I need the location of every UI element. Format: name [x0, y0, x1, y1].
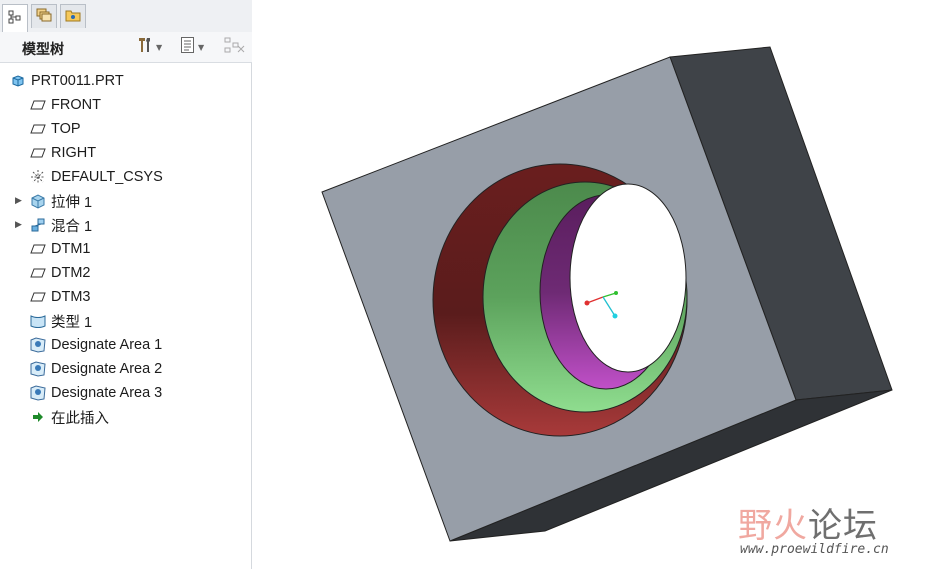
- tree-item-label: Designate Area 3: [51, 385, 163, 401]
- tree-item-label: 拉伸 1: [51, 194, 93, 211]
- designate-area-icon: [30, 361, 46, 377]
- insert-here-arrow-icon: [30, 409, 46, 425]
- tree-item[interactable]: 在此插入: [30, 406, 109, 428]
- show-button[interactable]: ▼: [180, 37, 204, 57]
- quilt-icon: [30, 313, 46, 329]
- tree-item-label: RIGHT: [51, 145, 97, 161]
- folder-tab-icon: [65, 7, 81, 26]
- tree-item[interactable]: TOP: [30, 118, 81, 140]
- counterbore-hole[interactable]: [432, 163, 688, 437]
- tree-item-label: Designate Area 1: [51, 337, 163, 353]
- layers-tab-icon: [36, 7, 52, 26]
- tree-item[interactable]: Designate Area 3: [30, 382, 162, 404]
- datum-plane-icon: [30, 289, 46, 305]
- tree-item-label: 混合 1: [51, 218, 93, 235]
- model-tree-panel: 模型树 ▼ ▼ PRT0011.PRT FRONT TOP RIGHT DEFAULT_…: [0, 0, 252, 569]
- tree-item-label: 在此插入: [51, 410, 109, 427]
- tree-item[interactable]: 混合 1: [30, 214, 92, 236]
- tree-item[interactable]: DEFAULT_CSYS: [30, 166, 163, 188]
- settings-button[interactable]: ▼: [136, 37, 162, 57]
- tree-item-label: DTM3: [51, 289, 91, 305]
- tree-item-label: DTM2: [51, 265, 91, 281]
- chevron-down-icon: ▼: [198, 42, 205, 52]
- expand-toggle-icon[interactable]: ▶: [15, 214, 25, 236]
- graphics-window[interactable]: [253, 0, 925, 569]
- tree-item-label: DEFAULT_CSYS: [51, 169, 163, 185]
- tree-item[interactable]: 拉伸 1: [30, 190, 92, 212]
- tree-item[interactable]: Designate Area 1: [30, 334, 162, 356]
- tree-item[interactable]: 类型 1: [30, 310, 92, 332]
- datum-plane-icon: [30, 121, 46, 137]
- layers-tab[interactable]: [31, 4, 57, 28]
- filter-icon: [224, 36, 246, 58]
- part-icon: [10, 73, 26, 89]
- tree-item-label: 类型 1: [51, 314, 93, 331]
- tree-item[interactable]: Designate Area 2: [30, 358, 162, 380]
- tree-item-label: TOP: [51, 121, 81, 137]
- designate-area-icon: [30, 385, 46, 401]
- tree-item[interactable]: DTM2: [30, 262, 90, 284]
- folder-tab[interactable]: [60, 4, 86, 28]
- watermark-title: 野火论坛: [738, 498, 878, 547]
- model-tree-tab[interactable]: [2, 4, 28, 32]
- model-tree-toolbar: 模型树 ▼ ▼: [0, 32, 252, 63]
- extrude-icon: [30, 193, 46, 209]
- watermark-url: www.proewildfire.cn: [740, 542, 889, 557]
- watermark-title-part1: 野火: [738, 506, 808, 546]
- tree-item[interactable]: PRT0011.PRT: [10, 70, 124, 92]
- navigator-tab-bar: [0, 0, 252, 33]
- expand-toggle-icon[interactable]: ▶: [15, 190, 25, 212]
- model-view[interactable]: [253, 0, 925, 569]
- designate-area-icon: [30, 337, 46, 353]
- list-icon: [180, 36, 196, 58]
- watermark-title-part2: 论坛: [808, 506, 878, 546]
- tree-item-label: DTM1: [51, 241, 91, 257]
- tree-item[interactable]: RIGHT: [30, 142, 96, 164]
- datum-plane-icon: [30, 241, 46, 257]
- tools-icon: [136, 36, 154, 58]
- tree-item-label: FRONT: [51, 97, 101, 113]
- hole-through-opening: [569, 183, 687, 373]
- blend-icon: [30, 217, 46, 233]
- datum-plane-icon: [30, 145, 46, 161]
- chevron-down-icon: ▼: [156, 42, 163, 52]
- datum-plane-icon: [30, 265, 46, 281]
- forum-watermark: 野火论坛 www.proewildfire.cn: [738, 498, 889, 557]
- model-tree-title: 模型树: [22, 42, 64, 58]
- datum-plane-icon: [30, 97, 46, 113]
- csys-icon: [30, 169, 46, 185]
- tree-item-label: PRT0011.PRT: [31, 73, 124, 89]
- tree-item-label: Designate Area 2: [51, 361, 163, 377]
- model-tree-tab-icon: [8, 9, 22, 28]
- tree-item[interactable]: DTM3: [30, 286, 90, 308]
- tree-item[interactable]: FRONT: [30, 94, 101, 116]
- filter-button[interactable]: [224, 37, 246, 57]
- tree-item[interactable]: DTM1: [30, 238, 90, 260]
